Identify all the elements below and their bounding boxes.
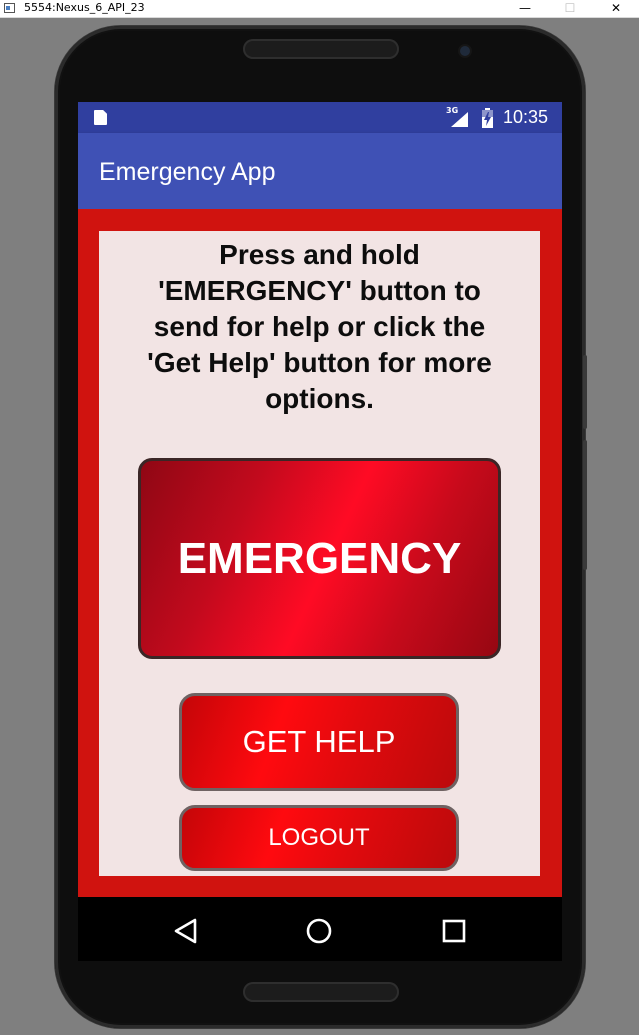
emergency-button[interactable]: EMERGENCY [138,458,501,659]
status-clock: 10:35 [503,107,549,127]
navigation-bar [78,897,562,961]
battery-charging-icon [482,108,493,128]
bottom-speaker [243,982,399,1002]
status-bar: 3G 10:35 [78,102,562,133]
emulator-app-icon [4,3,15,13]
signal-icon [451,112,468,127]
get-help-button[interactable]: GET HELP [179,693,459,791]
window-title: 5554:Nexus_6_API_23 [24,1,145,14]
home-icon[interactable] [299,911,339,951]
back-icon[interactable] [166,911,206,951]
device-screen: 3G 10:35 Emergency App Press and hold 'E… [78,102,562,961]
main-content: Press and hold 'EMERGENCY' button to sen… [78,209,562,897]
logout-button[interactable]: LOGOUT [179,805,459,871]
volume-button[interactable] [583,355,587,429]
emulator-title-bar: 5554:Nexus_6_API_23 — ☐ ✕ [0,0,639,18]
minimize-button[interactable]: — [502,0,548,17]
content-panel: Press and hold 'EMERGENCY' button to sen… [99,231,540,876]
maximize-button: ☐ [564,1,576,15]
close-button[interactable]: ✕ [593,0,639,17]
recents-icon[interactable] [434,911,474,951]
instructions-text: Press and hold 'EMERGENCY' button to sen… [147,239,492,414]
power-button[interactable] [583,440,587,570]
app-bar: Emergency App [78,133,562,209]
sd-card-icon [94,110,107,125]
earpiece-speaker [243,39,399,59]
app-title: Emergency App [99,158,276,186]
front-camera [460,46,470,56]
